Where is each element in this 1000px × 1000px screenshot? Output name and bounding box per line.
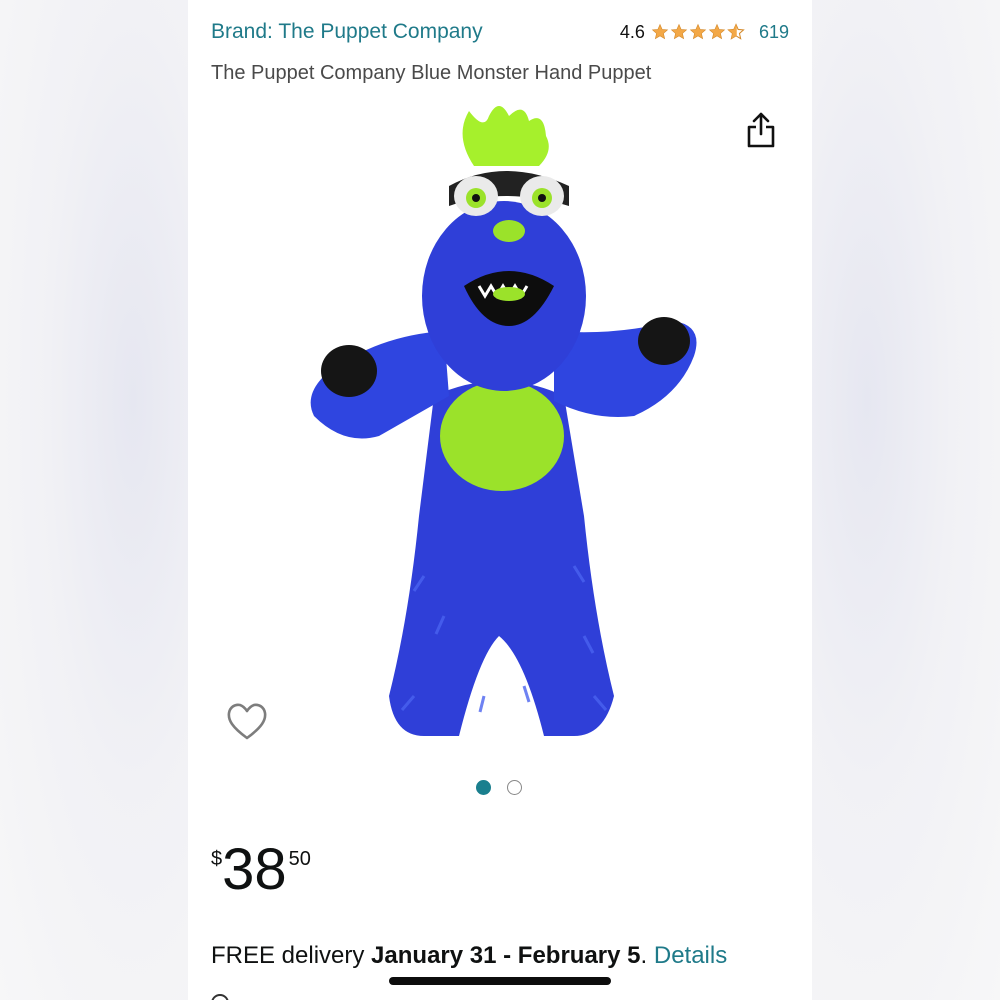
product-title: The Puppet Company Blue Monster Hand Pup… — [211, 62, 652, 84]
rating-value: 4.6 — [619, 21, 645, 42]
rating-count-link[interactable]: 619 — [759, 22, 789, 43]
right-blurred-background — [810, 0, 1000, 1000]
product-image[interactable] — [284, 96, 714, 756]
price-whole: 38 — [222, 837, 287, 902]
heart-icon[interactable] — [226, 702, 268, 742]
location-icon — [211, 994, 229, 1000]
star-icon — [689, 23, 707, 40]
delivery-prefix: FREE delivery — [211, 942, 372, 969]
delivery-dates: January 31 - February 5 — [371, 942, 641, 969]
share-icon[interactable] — [745, 110, 777, 150]
rating-summary[interactable]: 4.6 619 — [620, 22, 789, 43]
price-currency: $ — [211, 848, 223, 870]
price: $ 38 50 — [211, 838, 311, 902]
carousel-dot-active[interactable] — [476, 780, 491, 795]
delivery-info: FREE delivery January 31 - February 5. D… — [211, 942, 801, 970]
carousel-indicator — [476, 780, 522, 795]
star-icon — [651, 23, 669, 40]
star-icon — [708, 23, 726, 40]
delivery-separator: . — [640, 942, 654, 969]
brand-rating-row: Brand: The Puppet Company 4.6 619 — [211, 16, 789, 48]
delivery-details-link[interactable]: Details — [654, 942, 727, 969]
star-icon — [670, 23, 688, 40]
price-fraction: 50 — [288, 848, 311, 870]
half-star-icon — [727, 23, 745, 40]
carousel-dot[interactable] — [507, 780, 522, 795]
home-indicator[interactable] — [389, 977, 611, 985]
product-page: Brand: The Puppet Company 4.6 619 The Pu… — [188, 0, 812, 1000]
left-blurred-background — [0, 0, 190, 1000]
rating-stars — [651, 23, 745, 41]
brand-link[interactable]: Brand: The Puppet Company — [211, 20, 483, 44]
